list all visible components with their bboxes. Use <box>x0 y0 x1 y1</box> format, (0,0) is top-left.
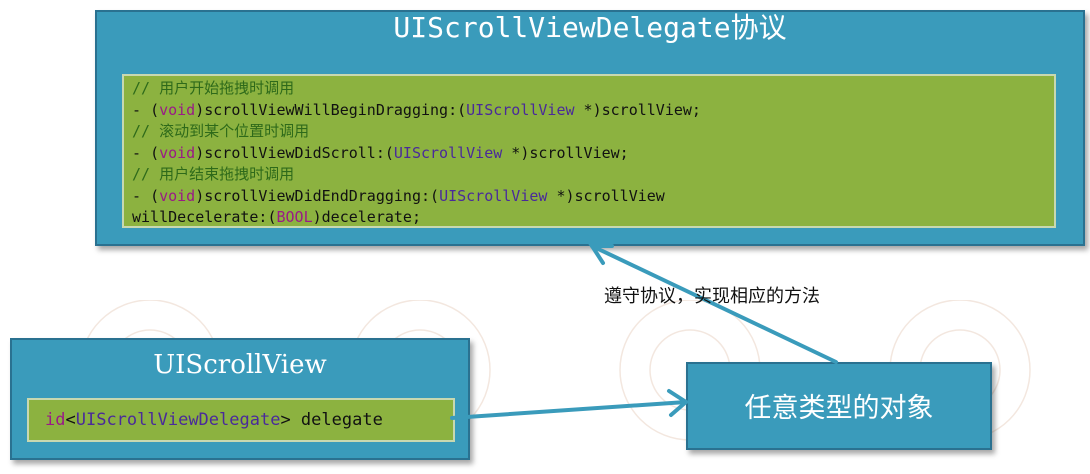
arrows-layer <box>450 244 838 420</box>
delegate-arrow <box>450 400 688 420</box>
conform-protocol-label: 遵守协议，实现相应的方法 <box>604 286 820 307</box>
